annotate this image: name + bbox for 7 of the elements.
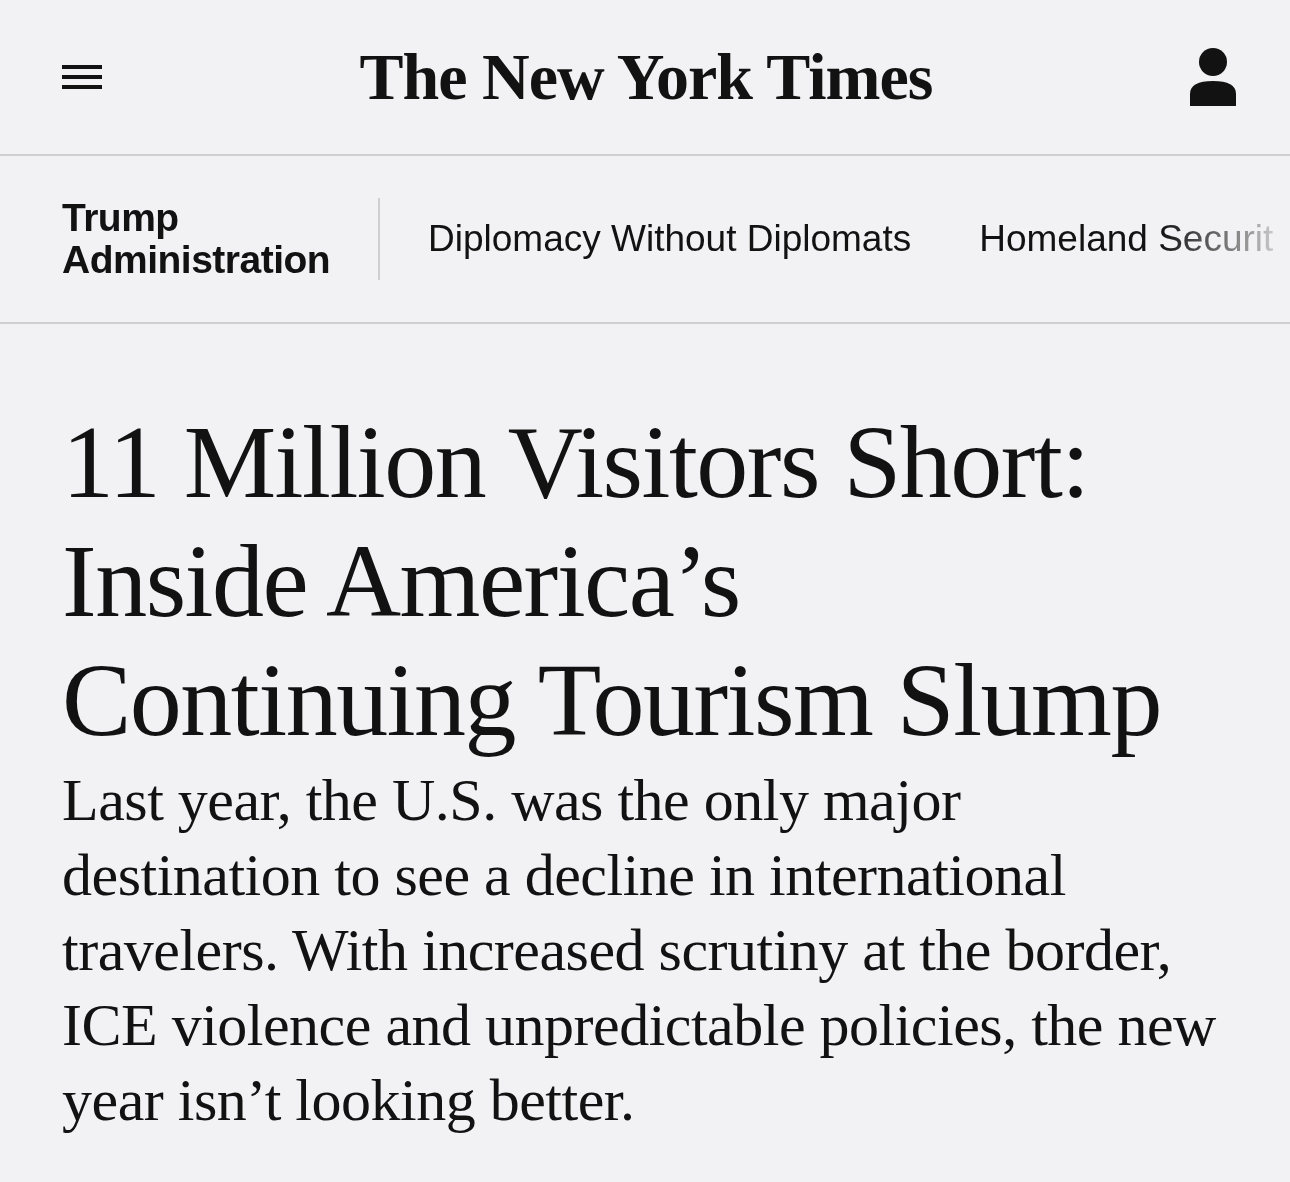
- section-nav-link[interactable]: Diplomacy Without Diplomats: [428, 217, 912, 261]
- site-logo[interactable]: The New York Times: [359, 44, 933, 110]
- article-summary: Last year, the U.S. was the only major destination to see a decline in international travelers. With increased scrutiny at the border, ICE violence and unpredictable policies, the new year isn’t looking better.: [62, 766, 1217, 1135]
- menu-icon[interactable]: [62, 65, 102, 89]
- article-headline: 11 Million Visitors Short: Inside America’s Continuing Tourism Slump: [62, 403, 1162, 759]
- account-icon[interactable]: [1190, 48, 1236, 106]
- section-link[interactable]: Trump Administration: [62, 197, 362, 281]
